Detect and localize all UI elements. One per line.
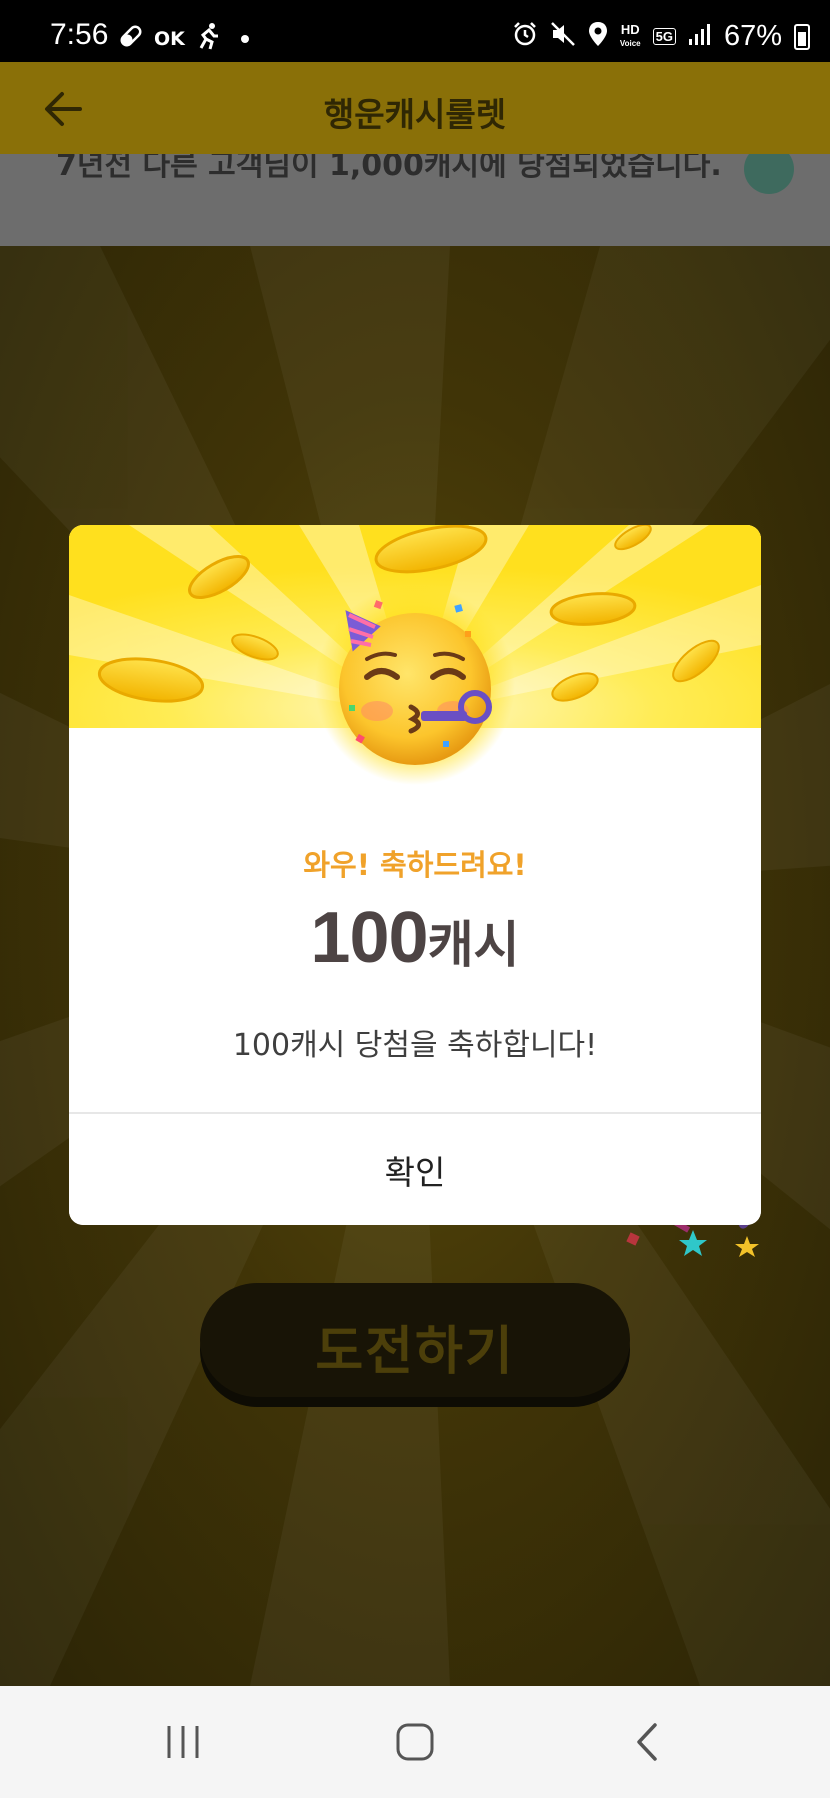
back-nav-icon[interactable] — [612, 1714, 682, 1770]
prize-amount-number: 100 — [310, 898, 428, 978]
prize-amount-unit: 캐시 — [427, 916, 520, 974]
confetti — [626, 1214, 759, 1257]
hd-voice-label: Voice — [619, 38, 641, 48]
runner-icon — [195, 22, 221, 56]
alarm-icon — [512, 21, 538, 53]
challenge-button[interactable]: 도전하기 — [200, 1283, 630, 1397]
hd-label: HD — [620, 21, 640, 37]
challenge-button-label: 도전하기 — [315, 1322, 515, 1382]
prize-amount: 100캐시 — [69, 897, 761, 979]
home-icon[interactable] — [380, 1714, 450, 1770]
mute-icon — [550, 21, 576, 53]
signal-icon — [688, 22, 712, 52]
status-left-icons: OK — [118, 22, 249, 56]
page-title: 행운캐시룰렛 — [323, 95, 507, 134]
congrats-subtitle: 와우! 축하드려요! — [303, 848, 527, 882]
battery-percent: 67% — [723, 20, 782, 52]
winner-notice-text: 7년전 다른 고객님이 1,000캐시에 당첨되었습니다. — [56, 154, 722, 183]
system-nav-bar — [0, 1686, 830, 1798]
confirm-button[interactable]: 확인 — [69, 1114, 761, 1225]
hd-voice-icon: HD Voice — [619, 21, 641, 50]
location-icon — [588, 21, 608, 53]
pill-icon — [118, 23, 144, 55]
recent-apps-icon[interactable] — [148, 1714, 218, 1770]
ok-cashbag-icon: OK — [154, 28, 185, 50]
network-5g-icon: 5G — [652, 28, 676, 45]
congrats-message: 100캐시 당첨을 축하합니다! — [232, 1028, 598, 1063]
winner-notice-strip: 7년전 다른 고객님이 1,000캐시에 당첨되었습니다. — [0, 154, 830, 246]
status-bar: 7:56 OK HD Voice 5G 67% — [0, 0, 830, 62]
app-header: 행운캐시룰렛 — [0, 62, 830, 154]
status-right-icons: HD Voice 5G 67% — [512, 20, 810, 53]
partying-face-icon — [315, 585, 515, 785]
status-time: 7:56 — [50, 18, 109, 51]
cash-coin-icon — [744, 154, 794, 194]
congrats-modal: 와우! 축하드려요! 100캐시 100캐시 당첨을 축하합니다! 확인 — [69, 525, 761, 1225]
dot-icon — [240, 35, 249, 43]
battery-icon — [794, 23, 810, 50]
